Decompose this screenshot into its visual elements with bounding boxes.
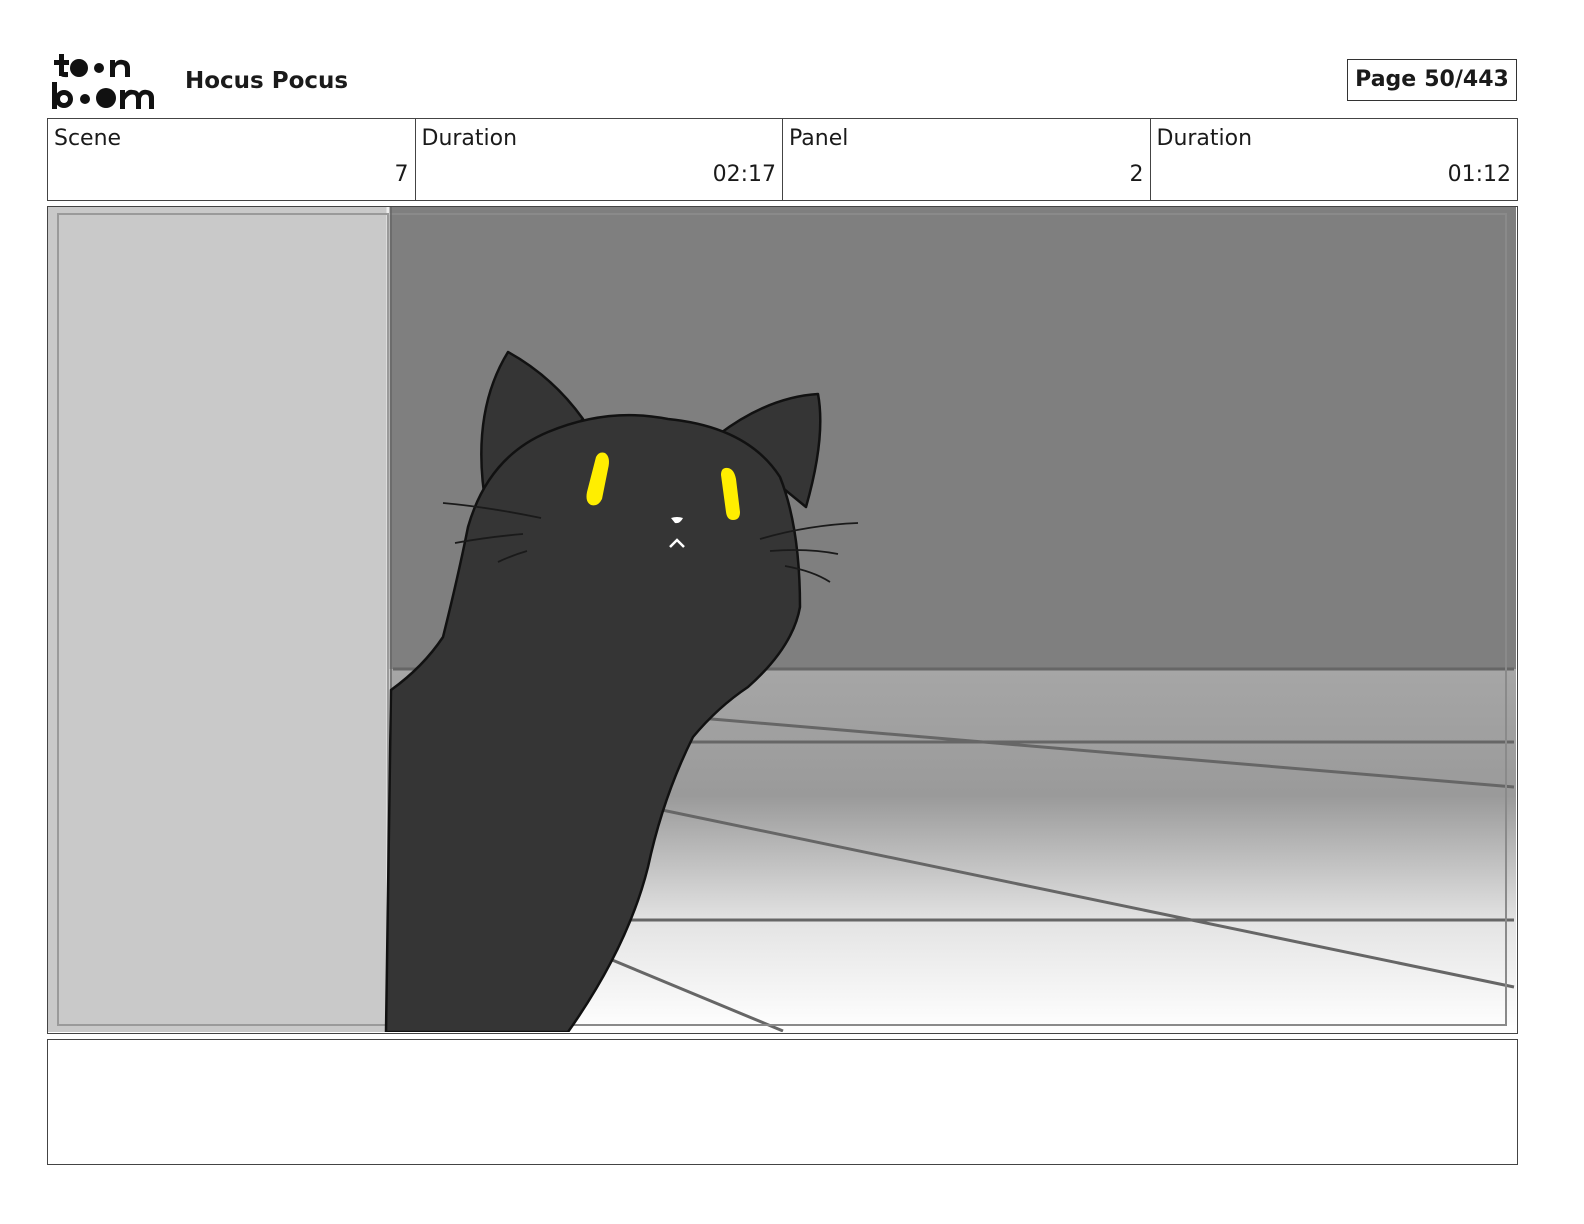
scene-duration-cell: Duration 02:17 — [416, 119, 783, 200]
panel-cell: Panel 2 — [783, 119, 1151, 200]
panel-notes — [47, 1039, 1518, 1165]
panel-value: 2 — [1129, 162, 1144, 187]
panel-duration-value: 01:12 — [1447, 162, 1511, 187]
storyboard-panel — [47, 206, 1518, 1034]
project-title: Hocus Pocus — [185, 68, 349, 94]
foreground-wall — [48, 207, 388, 1032]
scene-duration-value: 02:17 — [712, 162, 776, 187]
panel-label: Panel — [789, 126, 849, 151]
toon-boom-logo — [52, 54, 154, 109]
scene-duration-label: Duration — [421, 126, 518, 151]
panel-duration-label: Duration — [1156, 126, 1253, 151]
panel-duration-cell: Duration 01:12 — [1151, 119, 1518, 200]
page-label: Page — [1355, 67, 1417, 92]
page-number: 50/443 — [1424, 67, 1509, 92]
scene-value: 7 — [394, 162, 409, 187]
scene-label: Scene — [54, 126, 122, 151]
page-indicator: Page 50/443 — [1347, 59, 1517, 101]
scene-cell: Scene 7 — [48, 119, 416, 200]
scene-info-row: Scene 7 Duration 02:17 Panel 2 Duration … — [47, 118, 1518, 201]
panel-drawing — [48, 207, 1516, 1032]
